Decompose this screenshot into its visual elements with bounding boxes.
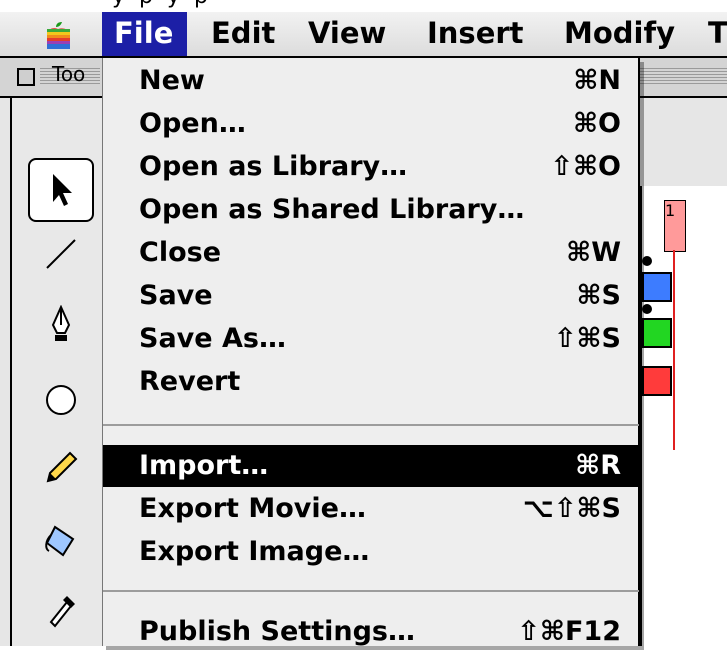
menu-item-label: Save As… [139,323,286,354]
menu-item-label: Publish Settings… [139,616,415,647]
color-swatch-green[interactable] [642,318,672,348]
menu-separator [103,590,639,592]
oval-tool[interactable] [28,368,94,432]
menu-item-label: New [139,65,205,96]
menu-item-revert[interactable]: Revert [103,361,639,403]
menu-item-open-as-shared-library[interactable]: Open as Shared Library… [103,189,639,231]
arrow-icon [53,174,72,206]
eyedropper-icon [49,596,75,628]
timeline-panel: 1 [640,186,727,646]
playhead-line [673,250,675,450]
menu-item-label: Export Movie… [139,493,366,524]
menu-edit[interactable]: Edit [199,12,287,56]
menu-item-import[interactable]: Import… ⌘R [103,445,639,487]
pencil-icon [46,451,78,483]
menu-text[interactable]: T [700,12,727,56]
menu-modify[interactable]: Modify [552,12,687,56]
apple-logo-icon[interactable] [44,20,72,50]
line-tool[interactable] [28,222,94,286]
menu-item-publish-settings[interactable]: Publish Settings… ⇧⌘F12 [103,611,639,653]
color-swatch-blue[interactable] [642,272,672,302]
menu-item-open-as-library[interactable]: Open as Library… ⇧⌘O [103,146,639,188]
menu-item-new[interactable]: New ⌘N [103,60,639,102]
menu-item-label: Save [139,280,213,311]
menu-item-open[interactable]: Open… ⌘O [103,103,639,145]
menu-item-shortcut: ⌘W [566,237,621,268]
menu-item-label: Export Image… [139,536,370,567]
menu-item-shortcut: ⇧⌘F12 [517,616,621,647]
menu-item-shortcut: ⌘R [575,450,621,481]
line-icon [46,239,76,269]
menu-bar: File Edit View Insert Modify T [0,12,727,58]
pen-tool[interactable] [28,292,94,356]
pencil-tool[interactable] [28,436,94,500]
menu-item-shortcut: ⇧⌘O [550,151,621,182]
paint-bucket-icon [45,525,75,557]
menu-item-shortcut: ⇧⌘S [553,323,621,354]
menu-item-shortcut: ⌘S [576,280,622,311]
titlebar-stripes-right [640,68,727,86]
cropped-top-text: y p y p [0,0,727,12]
eyedropper-tool[interactable] [28,576,94,640]
timeline-frame-number: 1 [664,200,686,252]
menu-view[interactable]: View [296,12,398,56]
oval-icon [46,385,76,415]
paint-bucket-tool[interactable] [28,508,94,572]
menu-file[interactable]: File [102,12,187,56]
menu-item-label: Open as Library… [139,151,408,182]
menu-insert[interactable]: Insert [415,12,536,56]
menu-item-shortcut: ⌥⇧⌘S [522,493,621,524]
menu-item-label: Close [139,237,222,268]
menu-item-label: Revert [139,366,241,397]
pen-icon [51,305,71,341]
menu-item-export-movie[interactable]: Export Movie… ⌥⇧⌘S [103,488,639,530]
tools-label: Too [52,62,86,86]
menu-item-label: Open… [139,108,246,139]
keyframe-dot [642,256,652,266]
menu-item-save[interactable]: Save ⌘S [103,275,639,317]
keyframe-dot [642,304,652,314]
menu-separator [103,424,639,426]
arrow-tool[interactable] [28,158,94,222]
menu-item-label: Import… [139,450,269,481]
menu-item-shortcut: ⌘N [573,65,621,96]
menu-item-label: Open as Shared Library… [139,194,525,225]
menu-item-shortcut: ⌘O [572,108,621,139]
menu-item-close[interactable]: Close ⌘W [103,232,639,274]
color-swatch-red[interactable] [642,366,672,396]
file-menu-dropdown: New ⌘N Open… ⌘O Open as Library… ⇧⌘O Ope… [102,58,640,647]
menu-item-export-image[interactable]: Export Image… [103,531,639,573]
close-box-icon[interactable] [17,68,35,86]
menu-item-save-as[interactable]: Save As… ⇧⌘S [103,318,639,360]
